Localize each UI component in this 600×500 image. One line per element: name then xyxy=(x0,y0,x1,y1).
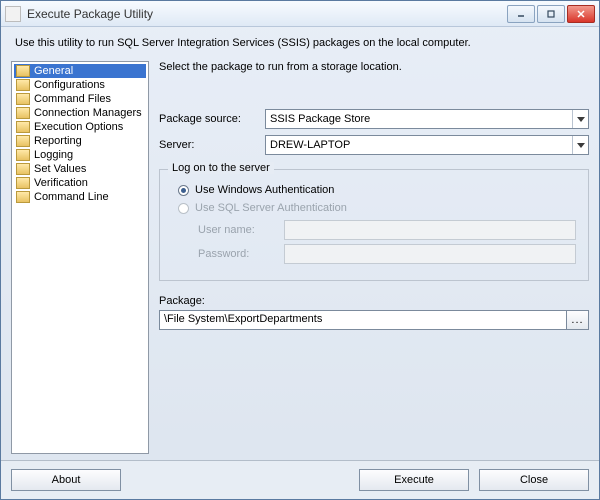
password-row: Password: xyxy=(198,244,576,264)
radio-icon xyxy=(178,203,189,214)
folder-icon xyxy=(16,149,30,161)
category-sidebar[interactable]: General Configurations Command Files Con… xyxy=(11,61,149,454)
logon-legend: Log on to the server xyxy=(168,162,274,174)
package-path-value: \File System\ExportDepartments xyxy=(164,313,322,325)
package-source-label: Package source: xyxy=(159,113,265,125)
radio-icon xyxy=(178,185,189,196)
sidebar-item-label: Set Values xyxy=(34,163,86,175)
folder-icon xyxy=(16,191,30,203)
chevron-down-icon xyxy=(572,110,588,128)
package-label: Package: xyxy=(159,295,589,307)
package-path-input[interactable]: \File System\ExportDepartments xyxy=(159,310,567,330)
sidebar-item-label: Logging xyxy=(34,149,73,161)
sidebar-item-logging[interactable]: Logging xyxy=(14,148,146,162)
folder-icon xyxy=(16,135,30,147)
app-icon xyxy=(5,6,21,22)
package-source-row: Package source: SSIS Package Store xyxy=(159,109,589,129)
sidebar-item-label: Connection Managers xyxy=(34,107,142,119)
sidebar-item-command-files[interactable]: Command Files xyxy=(14,92,146,106)
windows-auth-radio-row[interactable]: Use Windows Authentication xyxy=(178,184,576,196)
server-row: Server: DREW-LAPTOP xyxy=(159,135,589,155)
footer-right: Execute Close xyxy=(359,469,589,491)
server-value: DREW-LAPTOP xyxy=(270,139,350,151)
folder-icon xyxy=(16,121,30,133)
sidebar-item-label: Execution Options xyxy=(34,121,123,133)
close-window-button[interactable] xyxy=(567,5,595,23)
close-button[interactable]: Close xyxy=(479,469,589,491)
username-row: User name: xyxy=(198,220,576,240)
titlebar: Execute Package Utility xyxy=(1,1,599,27)
package-row: \File System\ExportDepartments ... xyxy=(159,310,589,330)
minimize-button[interactable] xyxy=(507,5,535,23)
folder-icon xyxy=(16,177,30,189)
logon-groupbox: Log on to the server Use Windows Authent… xyxy=(159,169,589,281)
sql-auth-radio-row: Use SQL Server Authentication xyxy=(178,202,576,214)
sidebar-item-label: Command Files xyxy=(34,93,111,105)
maximize-button[interactable] xyxy=(537,5,565,23)
ellipsis-icon: ... xyxy=(571,314,583,326)
package-source-select[interactable]: SSIS Package Store xyxy=(265,109,589,129)
execute-button[interactable]: Execute xyxy=(359,469,469,491)
panel-instruction: Select the package to run from a storage… xyxy=(159,61,589,73)
password-label: Password: xyxy=(198,248,284,260)
window-title: Execute Package Utility xyxy=(27,7,507,21)
username-input xyxy=(284,220,576,240)
utility-description: Use this utility to run SQL Server Integ… xyxy=(1,27,599,55)
sidebar-item-verification[interactable]: Verification xyxy=(14,176,146,190)
folder-icon xyxy=(16,65,30,77)
window-controls xyxy=(507,5,595,23)
folder-icon xyxy=(16,79,30,91)
browse-package-button[interactable]: ... xyxy=(567,310,589,330)
username-label: User name: xyxy=(198,224,284,236)
sidebar-item-label: Configurations xyxy=(34,79,105,91)
execute-label: Execute xyxy=(394,474,434,486)
main-panel: Select the package to run from a storage… xyxy=(159,61,589,454)
sidebar-item-configurations[interactable]: Configurations xyxy=(14,78,146,92)
sidebar-item-reporting[interactable]: Reporting xyxy=(14,134,146,148)
about-label: About xyxy=(52,474,81,486)
sidebar-item-label: Command Line xyxy=(34,191,109,203)
sql-auth-label: Use SQL Server Authentication xyxy=(195,202,347,214)
app-window: Execute Package Utility Use this utility… xyxy=(0,0,600,500)
folder-icon xyxy=(16,163,30,175)
server-label: Server: xyxy=(159,139,265,151)
sidebar-item-connection-managers[interactable]: Connection Managers xyxy=(14,106,146,120)
windows-auth-label: Use Windows Authentication xyxy=(195,184,334,196)
body: General Configurations Command Files Con… xyxy=(1,55,599,460)
folder-icon xyxy=(16,93,30,105)
server-select[interactable]: DREW-LAPTOP xyxy=(265,135,589,155)
sidebar-item-label: Verification xyxy=(34,177,88,189)
chevron-down-icon xyxy=(572,136,588,154)
sidebar-item-execution-options[interactable]: Execution Options xyxy=(14,120,146,134)
sidebar-item-label: Reporting xyxy=(34,135,82,147)
password-input xyxy=(284,244,576,264)
sidebar-item-command-line[interactable]: Command Line xyxy=(14,190,146,204)
about-button[interactable]: About xyxy=(11,469,121,491)
close-label: Close xyxy=(520,474,548,486)
sidebar-item-general[interactable]: General xyxy=(14,64,146,78)
sidebar-item-set-values[interactable]: Set Values xyxy=(14,162,146,176)
package-source-value: SSIS Package Store xyxy=(270,113,370,125)
footer: About Execute Close xyxy=(1,460,599,499)
sidebar-item-label: General xyxy=(34,65,73,77)
folder-icon xyxy=(16,107,30,119)
